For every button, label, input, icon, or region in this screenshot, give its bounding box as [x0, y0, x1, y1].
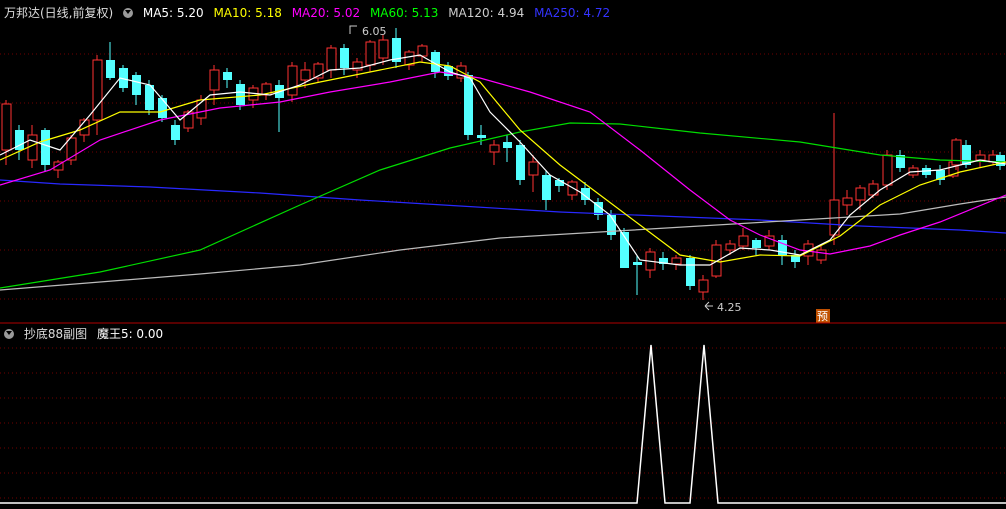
candle: [313, 62, 324, 82]
candle: [698, 275, 709, 300]
candle: [659, 252, 668, 270]
candle: [392, 28, 401, 68]
candle: [752, 238, 761, 255]
ma5-label: MA5: 5.20: [142, 6, 204, 20]
kline-chart[interactable]: 6.05 4.25 预: [0, 0, 1006, 509]
candle: [15, 125, 24, 160]
sub-panel-header: 抄底88副图 魔王5: 0.00: [0, 325, 169, 343]
forecast-badge[interactable]: 预: [816, 309, 830, 323]
sub-panel-title: 抄底88副图: [23, 327, 88, 341]
low-price-label: 4.25: [717, 301, 742, 314]
candle: [106, 42, 115, 80]
candlesticks: [1, 28, 1005, 300]
forecast-badge-label: 预: [817, 310, 828, 323]
candle: [41, 128, 50, 172]
high-price-label: 6.05: [362, 25, 387, 38]
candle: [686, 255, 695, 290]
candle: [896, 150, 905, 172]
dropdown-icon[interactable]: [123, 7, 134, 18]
ma5-line: [0, 54, 1006, 266]
candle: [261, 82, 272, 100]
ma60-label: MA60: 5.13: [369, 6, 439, 20]
candle: [132, 72, 141, 105]
candle: [365, 40, 376, 72]
candle: [489, 140, 500, 165]
candle: [791, 250, 800, 268]
candle: [340, 44, 349, 75]
candle: [464, 72, 473, 140]
candle: [778, 235, 787, 265]
candle: [738, 228, 749, 250]
candle: [287, 62, 298, 102]
dropdown-icon[interactable]: [4, 328, 14, 339]
signal-line: [0, 344, 1006, 504]
candle: [171, 120, 180, 145]
candle: [975, 150, 986, 168]
candle: [404, 50, 415, 70]
candle: [503, 135, 512, 162]
sub-grid-lines: [0, 347, 1006, 499]
low-annotation: 4.25: [704, 301, 742, 314]
candle: [671, 255, 682, 270]
candle: [326, 45, 337, 78]
ma20-label: MA20: 5.02: [291, 6, 361, 20]
candle: [816, 245, 827, 264]
candle: [417, 44, 428, 62]
candle: [223, 68, 232, 88]
ma250-label: MA250: 4.72: [534, 6, 611, 20]
sub-indicator-label: 魔王5: 0.00: [96, 327, 164, 341]
ma120-label: MA120: 4.94: [448, 6, 525, 20]
stock-title: 万邦达(日线,前复权): [4, 6, 114, 20]
candle: [936, 165, 945, 185]
high-annotation: 6.05: [349, 25, 387, 38]
candle: [633, 255, 642, 295]
candle: [542, 170, 551, 210]
candle: [620, 228, 629, 268]
candle: [842, 190, 853, 215]
ma10-label: MA10: 5.18: [213, 6, 282, 20]
main-panel-header: 万邦达(日线,前复权) MA5: 5.20 MA10: 5.18 MA20: 5…: [0, 4, 616, 22]
candle: [275, 80, 284, 132]
candle: [645, 248, 656, 278]
